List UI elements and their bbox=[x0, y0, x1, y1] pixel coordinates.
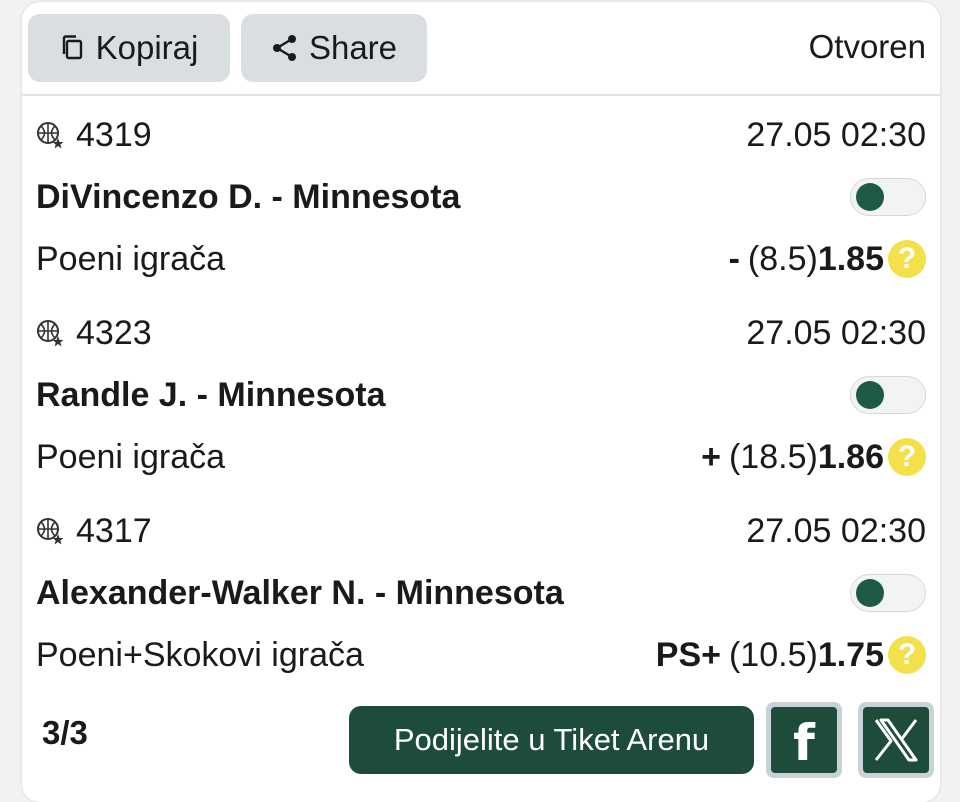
bet-item: 4319 27.05 02:30 DiVincenzo D. - Minneso… bbox=[22, 100, 940, 298]
bet-code-number: 4319 bbox=[76, 115, 152, 154]
help-icon[interactable]: ? bbox=[888, 240, 926, 278]
bet-item: 4317 27.05 02:30 Alexander-Walker N. - M… bbox=[22, 496, 940, 694]
bet-match: DiVincenzo D. - Minnesota bbox=[36, 177, 461, 216]
bet-code: 4323 bbox=[36, 314, 152, 353]
ticket-card: Kopiraj Share Otvoren 4319 27.05 02:30 D… bbox=[22, 2, 940, 802]
bet-code: 4319 bbox=[36, 116, 152, 155]
bet-toggle[interactable] bbox=[850, 376, 926, 414]
bet-line: (18.5) bbox=[728, 437, 818, 476]
help-icon[interactable]: ? bbox=[888, 438, 926, 476]
x-icon bbox=[863, 707, 929, 773]
bet-pick: PS+ bbox=[655, 635, 721, 674]
bet-odd-value: 1.85 bbox=[817, 239, 884, 278]
bet-market: Poeni+Skokovi igrača bbox=[36, 635, 364, 674]
bet-odd-value: 1.86 bbox=[817, 437, 884, 476]
bet-code: 4317 bbox=[36, 512, 152, 551]
share-icon bbox=[272, 35, 296, 61]
basketball-icon bbox=[37, 518, 64, 545]
copy-icon bbox=[62, 35, 82, 60]
basketball-icon bbox=[37, 122, 64, 149]
bet-item: 4323 27.05 02:30 Randle J. - Minnesota P… bbox=[22, 298, 940, 496]
toggle-knob bbox=[856, 381, 884, 409]
bet-line: (8.5) bbox=[747, 239, 818, 278]
toggle-knob bbox=[856, 183, 884, 211]
toggle-knob bbox=[856, 579, 884, 607]
bet-odds: + (18.5) 1.86 ? bbox=[701, 438, 926, 477]
bet-odds: PS+ (10.5) 1.75 ? bbox=[656, 636, 926, 675]
bet-datetime: 27.05 02:30 bbox=[746, 115, 926, 154]
bet-count: 3/3 bbox=[42, 714, 88, 751]
bet-market: Poeni igrača bbox=[36, 437, 226, 476]
bet-code-number: 4323 bbox=[76, 313, 152, 352]
bet-datetime: 27.05 02:30 bbox=[746, 313, 926, 352]
copy-label: Kopiraj bbox=[95, 29, 199, 66]
bet-market: Poeni igrača bbox=[36, 239, 226, 278]
bet-datetime: 27.05 02:30 bbox=[746, 511, 926, 550]
bet-odd-value: 1.75 bbox=[817, 635, 884, 674]
ticket-status: Otvoren bbox=[808, 28, 926, 65]
x-share-button[interactable] bbox=[858, 702, 934, 778]
bet-pick: - bbox=[728, 239, 740, 278]
help-icon[interactable]: ? bbox=[888, 636, 926, 674]
facebook-share-button[interactable]: f bbox=[766, 702, 842, 778]
basketball-icon bbox=[37, 320, 64, 347]
ticket-header: Kopiraj Share Otvoren bbox=[22, 2, 940, 96]
bet-pick: + bbox=[701, 437, 721, 476]
share-arena-button[interactable]: Podijelite u Tiket Arenu bbox=[349, 706, 754, 774]
share-button[interactable]: Share bbox=[241, 14, 427, 82]
copy-button[interactable]: Kopiraj bbox=[28, 14, 230, 82]
bet-match: Randle J. - Minnesota bbox=[36, 375, 386, 414]
bet-toggle[interactable] bbox=[850, 178, 926, 216]
bet-match: Alexander-Walker N. - Minnesota bbox=[36, 573, 564, 612]
bet-line: (10.5) bbox=[728, 635, 818, 674]
bet-code-number: 4317 bbox=[76, 511, 152, 550]
bet-toggle[interactable] bbox=[850, 574, 926, 612]
bet-odds: - (8.5) 1.85 ? bbox=[729, 240, 926, 279]
facebook-icon: f bbox=[771, 707, 837, 773]
share-label: Share bbox=[308, 29, 398, 66]
ticket-footer: 3/3 Podijelite u Tiket Arenu f bbox=[22, 702, 940, 782]
